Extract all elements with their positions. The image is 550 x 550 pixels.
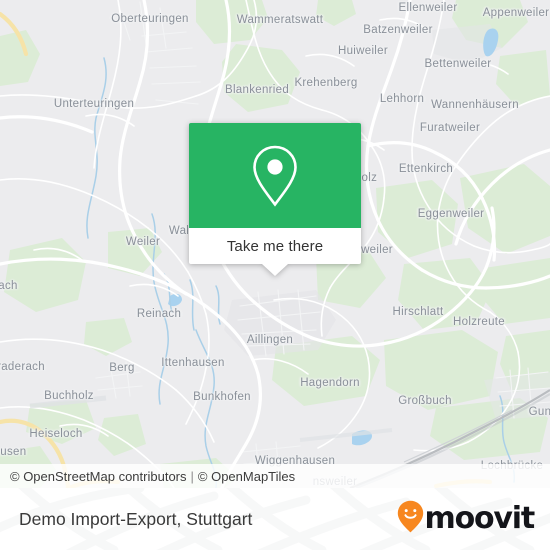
moovit-logo[interactable]: moovit <box>397 500 536 538</box>
popup-cta-panel[interactable]: Take me there <box>189 228 361 264</box>
map-viewport[interactable]: .land { fill:#ececee; } .park { fill:#dc… <box>0 0 550 488</box>
attribution-omt[interactable]: © OpenMapTiles <box>198 469 295 484</box>
footer-bar: Demo Import-Export, Stuttgart moovit <box>0 488 550 550</box>
moovit-wordmark: moovit <box>424 501 536 536</box>
popup-image-panel <box>189 123 361 228</box>
map-page: .land { fill:#ececee; } .park { fill:#dc… <box>0 0 550 550</box>
map-attribution: © OpenStreetMap contributors | © OpenMap… <box>0 464 550 488</box>
popup-tail-arrow <box>262 264 288 276</box>
page-title: Demo Import-Export, Stuttgart <box>19 508 253 529</box>
map-popup[interactable]: Take me there <box>189 123 361 276</box>
map-pin-icon <box>248 143 302 209</box>
attribution-separator: | <box>190 468 194 484</box>
footer-content: Demo Import-Export, Stuttgart moovit <box>0 488 550 550</box>
moovit-pin-icon <box>397 500 424 538</box>
attribution-osm[interactable]: © OpenStreetMap contributors <box>10 469 187 484</box>
take-me-there-label: Take me there <box>226 237 324 255</box>
